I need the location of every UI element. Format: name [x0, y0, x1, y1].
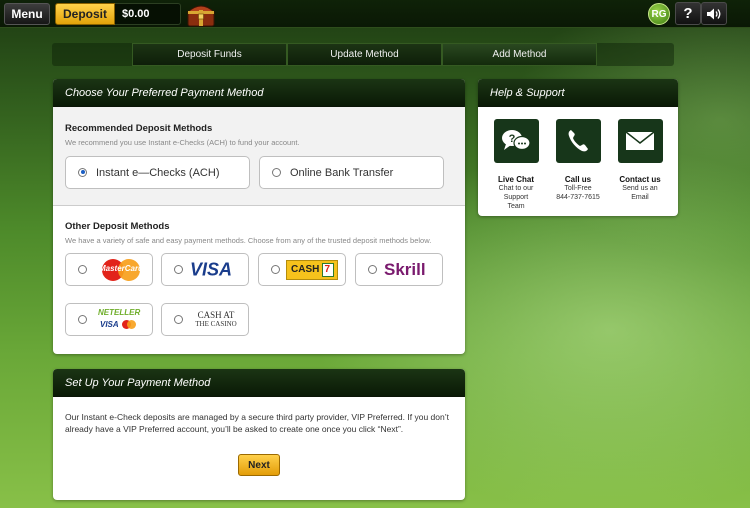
method-visa[interactable]: VISA: [161, 253, 249, 286]
help-item-line: Team: [507, 203, 525, 210]
help-call-us[interactable]: Call us Toll-Free 844-737-7615: [548, 119, 608, 202]
envelope-icon[interactable]: [617, 119, 663, 163]
option-label: Online Bank Transfer: [290, 166, 394, 179]
setup-panel-title: Set Up Your Payment Method: [53, 369, 465, 397]
help-item-title: Live Chat: [497, 175, 534, 184]
tab-deposit-funds[interactable]: Deposit Funds: [132, 43, 287, 66]
neteller-visa-text: VISA: [100, 319, 119, 329]
help-item-line: 844-737-7615: [556, 194, 600, 201]
mastercard-logo-icon: MasterCard: [96, 258, 146, 282]
help-panel-title: Help & Support: [478, 79, 678, 107]
radio-instant-echecks[interactable]: [78, 167, 87, 177]
radio-7eleven-cash[interactable]: [271, 264, 280, 274]
visa-logo-icon: VISA: [190, 259, 233, 279]
treasure-chest-icon[interactable]: [186, 1, 216, 28]
option-online-bank-transfer[interactable]: Online Bank Transfer: [259, 156, 444, 189]
neteller-logo-text: NETELLER: [98, 307, 141, 317]
method-mastercard[interactable]: MasterCard: [65, 253, 153, 286]
seven-eleven-logo-icon: CASH 7: [286, 259, 338, 280]
setup-description: Our Instant e-Check deposits are managed…: [65, 412, 449, 434]
radio-mastercard[interactable]: [78, 264, 87, 274]
divider: [53, 205, 465, 206]
recommended-section: Recommended Deposit Methods We recommend…: [53, 107, 465, 205]
radio-skrill[interactable]: [368, 264, 377, 274]
svg-text:?: ?: [509, 133, 516, 145]
payment-panel-title: Choose Your Preferred Payment Method: [53, 79, 465, 107]
tab-update-method[interactable]: Update Method: [287, 43, 442, 66]
mastercard-logo-text: MasterCard: [98, 263, 143, 273]
menu-button[interactable]: Menu: [4, 3, 50, 25]
next-button[interactable]: Next: [238, 454, 280, 476]
option-instant-echecks[interactable]: Instant e—Checks (ACH): [65, 156, 250, 189]
radio-online-bank-transfer[interactable]: [272, 167, 281, 177]
setup-payment-panel: Set Up Your Payment Method Our Instant e…: [53, 369, 465, 500]
responsible-gaming-badge[interactable]: RG: [648, 3, 670, 25]
help-support-panel: Help & Support ? Live Chat Chat to our S…: [478, 79, 678, 216]
help-item-title: Call us: [564, 175, 592, 184]
other-methods-title: Other Deposit Methods: [65, 221, 170, 232]
neteller-visa-logo-icon: NETELLER VISA: [98, 308, 146, 332]
cash-at-casino-logo-icon: CASH AT THE CASINO: [190, 309, 242, 329]
speaker-icon[interactable]: [701, 2, 727, 25]
balance-display: $0.00: [115, 3, 181, 25]
method-skrill[interactable]: Skrill: [355, 253, 443, 286]
cash-at-text: CASH AT: [197, 309, 235, 320]
method-neteller-visa[interactable]: NETELLER VISA: [65, 303, 153, 336]
skrill-logo-icon: Skrill: [384, 259, 426, 279]
top-bar: Menu Deposit $0.00 RG ?: [0, 0, 750, 28]
deposit-button[interactable]: Deposit: [55, 3, 115, 25]
payment-method-panel: Choose Your Preferred Payment Method Rec…: [53, 79, 465, 354]
help-contact-us[interactable]: Contact us Send us an Email: [610, 119, 670, 202]
radio-neteller-visa[interactable]: [78, 314, 87, 324]
other-methods-subtitle: We have a variety of safe and easy payme…: [65, 236, 432, 245]
other-methods-header: Other Deposit Methods We have a variety …: [65, 221, 431, 245]
option-label: Instant e—Checks (ACH): [96, 166, 220, 179]
radio-cash-at-casino[interactable]: [174, 314, 183, 324]
tab-add-method[interactable]: Add Method: [442, 43, 597, 66]
radio-visa[interactable]: [174, 264, 183, 274]
phone-icon[interactable]: [555, 119, 601, 163]
method-tabs: Deposit Funds Update Method Add Method: [52, 43, 674, 66]
help-live-chat[interactable]: ? Live Chat Chat to our Support Team: [486, 119, 546, 211]
chat-bubbles-icon[interactable]: ?: [493, 119, 539, 163]
help-item-line: Toll-Free: [564, 185, 592, 192]
help-item-line: Email: [631, 194, 649, 201]
method-cash-at-casino[interactable]: CASH AT THE CASINO: [161, 303, 249, 336]
recommended-subtitle: We recommend you use Instant e-Checks (A…: [65, 138, 300, 147]
help-item-title: Contact us: [619, 175, 661, 184]
help-icon[interactable]: ?: [675, 2, 701, 25]
method-7eleven-cash[interactable]: CASH 7: [258, 253, 346, 286]
cash-logo-text: CASH: [291, 263, 320, 275]
help-item-line: Chat to our Support: [498, 185, 534, 201]
help-item-line: Send us an: [622, 185, 658, 192]
recommended-title: Recommended Deposit Methods: [65, 123, 213, 134]
the-casino-text: THE CASINO: [195, 319, 237, 328]
